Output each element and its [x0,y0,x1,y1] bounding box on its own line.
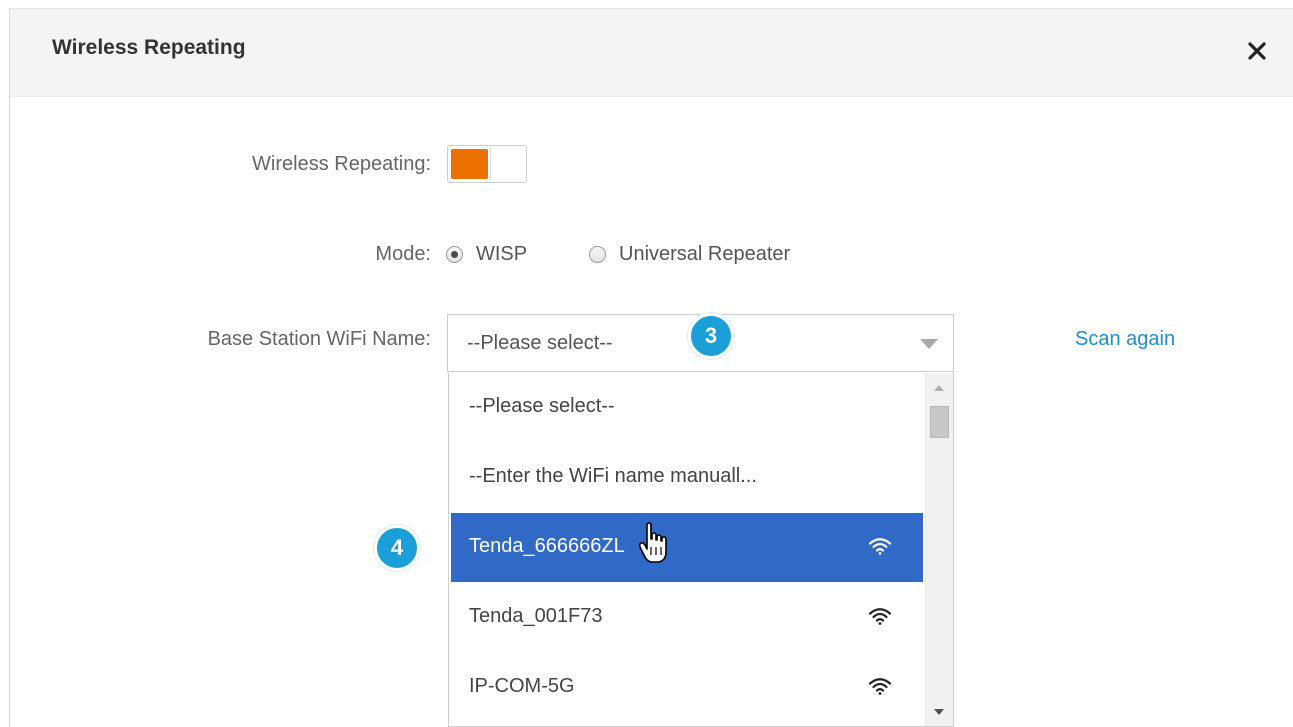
toggle-on-indicator [451,149,488,179]
close-icon [1248,42,1266,60]
list-item[interactable]: --Enter the WiFi name manuall... [451,443,923,512]
wireless-repeating-label: Wireless Repeating: [252,153,431,175]
scroll-up-icon[interactable] [934,385,944,391]
option-label: --Enter the WiFi name manuall... [469,465,757,487]
scroll-down-icon[interactable] [934,709,944,715]
scan-again-link[interactable]: Scan again [1075,328,1175,351]
wireless-repeating-toggle[interactable] [447,145,527,183]
close-button[interactable] [1243,37,1271,65]
radio-universal-repeater[interactable] [589,246,606,263]
option-label: IP-COM-5G [469,675,575,697]
scroll-thumb[interactable] [930,406,949,438]
step-3-badge: 3 [688,313,734,359]
option-label: Tenda_001F73 [469,605,603,627]
mode-label: Mode: [375,243,431,265]
wifi-dropdown-list: --Please select-- --Enter the WiFi name … [448,373,954,727]
radio-wisp[interactable] [446,246,463,263]
option-label: Tenda_666666ZL [469,535,625,557]
wifi-signal-icon [869,678,891,695]
wifi-signal-icon [869,538,891,555]
option-label: --Please select-- [469,395,615,417]
radio-universal-repeater-label[interactable]: Universal Repeater [619,243,790,266]
list-item[interactable]: IP-COM-5G [451,653,923,722]
toggle-knob [490,147,524,181]
list-item[interactable]: Tenda_001F73 [451,583,923,652]
step-4-badge: 4 [374,525,420,571]
base-station-label: Base Station WiFi Name: [207,328,431,350]
select-value: --Please select-- [467,332,613,354]
wifi-signal-icon [869,608,891,625]
list-item[interactable]: --Please select-- [451,373,923,442]
hand-cursor-icon [638,522,667,563]
dialog-title: Wireless Repeating [52,36,246,59]
dialog-header: Wireless Repeating [10,9,1293,97]
chevron-down-icon [920,339,938,349]
list-item-selected[interactable]: Tenda_666666ZL [451,513,923,582]
dropdown-scrollbar[interactable] [925,373,953,726]
radio-wisp-label[interactable]: WISP [476,243,527,266]
